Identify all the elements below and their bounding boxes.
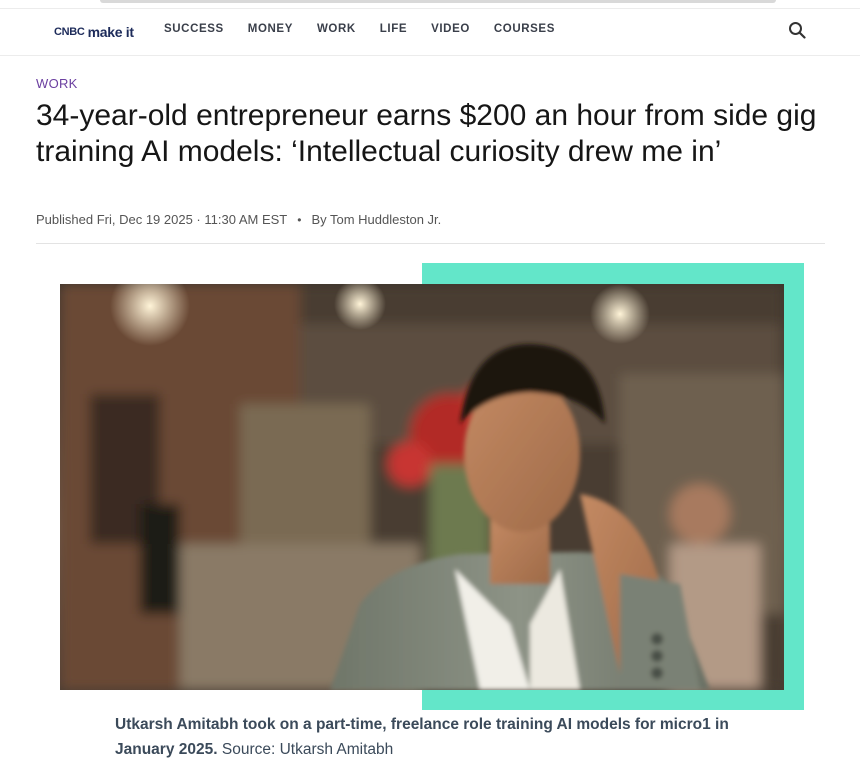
article-byline: Published Fri, Dec 19 2025 · 11:30 AM ES… (36, 212, 441, 227)
nav-item-video[interactable]: VIDEO (431, 23, 470, 35)
nav-item-courses[interactable]: COURSES (494, 23, 555, 35)
logo-product: make it (87, 24, 134, 40)
byline-separator: • (297, 212, 302, 227)
nav-item-success[interactable]: SUCCESS (164, 23, 224, 35)
hero-photo (60, 284, 784, 690)
caption-text: Utkarsh Amitabh took on a part-time, fre… (115, 716, 729, 758)
logo-brand: CNBC (54, 26, 85, 38)
hero-photo-illustration (60, 284, 784, 690)
article-headline: 34-year-old entrepreneur earns $200 an h… (36, 99, 817, 168)
hero-image-block (0, 263, 860, 713)
search-button[interactable] (788, 21, 808, 41)
article-section-link[interactable]: WORK (36, 76, 78, 91)
search-icon (789, 22, 806, 39)
image-caption: Utkarsh Amitabh took on a part-time, fre… (115, 712, 755, 762)
author-link[interactable]: By Tom Huddleston Jr. (311, 212, 441, 227)
caption-source: Source: Utkarsh Amitabh (221, 741, 394, 758)
browser-top-strip (100, 0, 776, 3)
nav-item-life[interactable]: LIFE (380, 23, 407, 35)
cnbc-make-it-logo[interactable]: CNBC make it (54, 23, 134, 41)
nav-item-work[interactable]: WORK (317, 23, 356, 35)
site-header: CNBC make it SUCCESS MONEY WORK LIFE VID… (0, 8, 860, 56)
header-divider (36, 243, 825, 244)
nav-item-money[interactable]: MONEY (248, 23, 293, 35)
publish-date: Published Fri, Dec 19 2025 · 11:30 AM ES… (36, 212, 288, 227)
main-nav: SUCCESS MONEY WORK LIFE VIDEO COURSES (164, 23, 555, 35)
